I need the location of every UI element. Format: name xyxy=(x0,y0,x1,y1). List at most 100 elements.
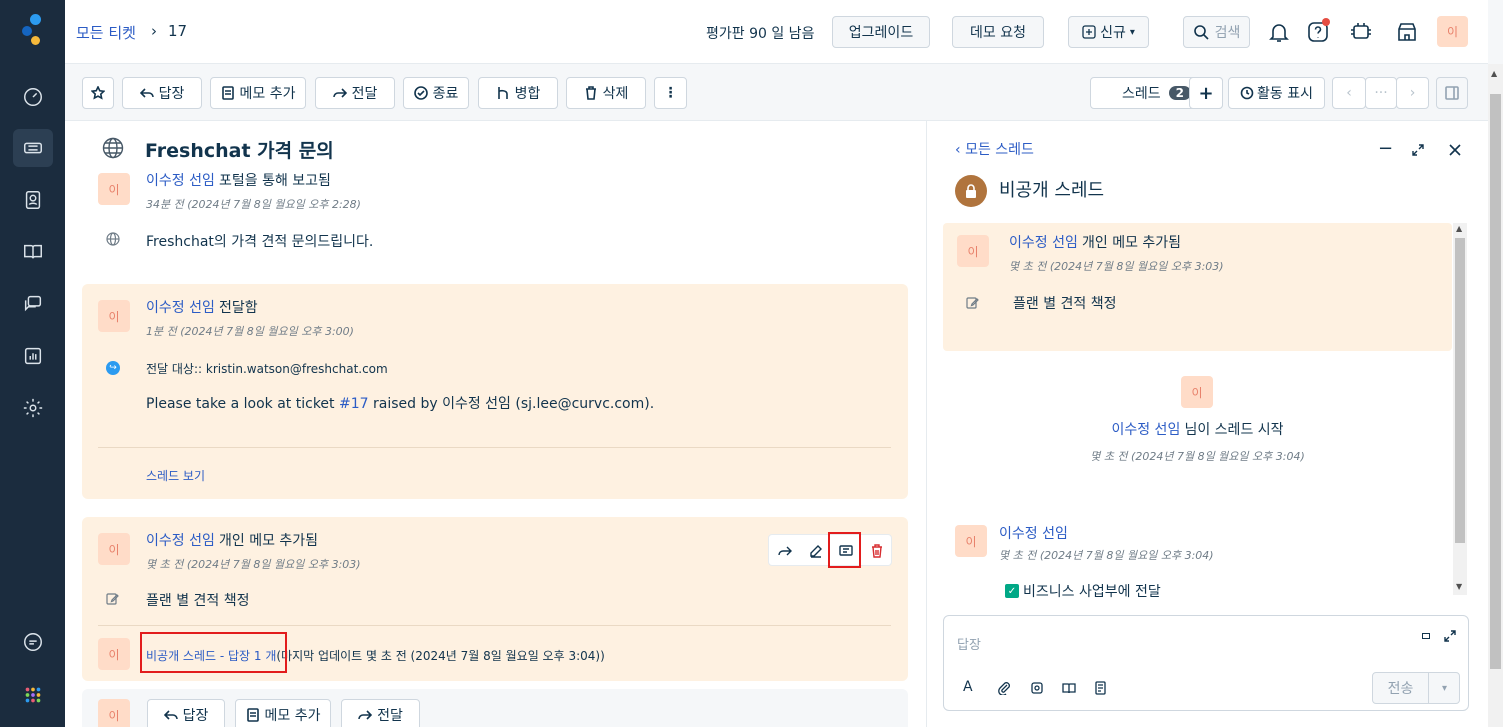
user-avatar[interactable]: 이 xyxy=(1437,16,1468,47)
upgrade-button[interactable]: 업그레이드 xyxy=(832,16,930,48)
thread-starter-name[interactable]: 이수정 선임 xyxy=(1111,422,1180,438)
note-added-text: 개인 메모 추가됨 xyxy=(219,533,319,549)
bottom-add-note-button[interactable]: 메모 추가 xyxy=(235,699,331,727)
thread-last-updated: (마지막 업데이트 몇 초 전 (2024년 7월 8일 월요일 오후 3:04… xyxy=(276,649,605,663)
ticket-list-button[interactable]: ··· xyxy=(1365,77,1397,109)
new-dropdown-button[interactable]: 신규 ▾ xyxy=(1068,16,1149,48)
toggle-sidebar-button[interactable] xyxy=(1436,77,1468,109)
delete-button[interactable]: 삭제 xyxy=(566,77,646,109)
page-scrollbar[interactable]: ▲ xyxy=(1488,64,1503,727)
merge-button[interactable]: 병합 xyxy=(478,77,558,109)
new-label: 신규 xyxy=(1100,25,1126,41)
note-author-name-link[interactable]: 이수정 선임 xyxy=(146,533,215,549)
text-format-icon[interactable]: A xyxy=(963,679,973,695)
knowledge-base-icon[interactable] xyxy=(13,233,53,271)
marketplace-store-icon[interactable] xyxy=(1391,16,1423,48)
expand-icon[interactable] xyxy=(1411,143,1425,157)
next-ticket-button[interactable]: › xyxy=(1396,77,1429,109)
more-actions-button[interactable]: ⋮ xyxy=(654,77,687,109)
thread-note-avatar: 이 xyxy=(957,235,989,267)
editor-minimize-icon[interactable] xyxy=(1422,633,1430,639)
trial-remaining-text: 평가판 90 일 남음 xyxy=(706,26,815,42)
search-label: 검색 xyxy=(1214,25,1241,41)
demo-request-button[interactable]: 데모 요청 xyxy=(952,16,1044,48)
ticket-title: Freshchat 가격 문의 xyxy=(145,140,334,162)
thread-reply-editor[interactable]: 답장 A 전송 ▾ xyxy=(943,615,1469,711)
view-thread-link[interactable]: 스레드 보기 xyxy=(146,467,205,484)
ticket-17-link[interactable]: #17 xyxy=(339,396,369,412)
forward-label: 전달 xyxy=(351,86,378,102)
show-activity-button[interactable]: 활동 표시 xyxy=(1228,77,1325,109)
send-button-group: 전송 ▾ xyxy=(1372,672,1460,704)
bottom-forward-button[interactable]: 전달 xyxy=(341,699,420,727)
search-button[interactable]: 검색 xyxy=(1183,16,1250,48)
forward-icon xyxy=(332,88,347,98)
globe-icon xyxy=(102,137,124,159)
thread-messages-list: 이 이수정 선임 개인 메모 추가됨 몇 초 전 (2024년 7월 8일 월요… xyxy=(927,221,1468,601)
editor-expand-icon[interactable] xyxy=(1443,629,1457,643)
star-button[interactable] xyxy=(82,77,114,109)
solution-article-icon[interactable] xyxy=(1062,681,1076,695)
forward-body: Please take a look at ticket #17 raised … xyxy=(146,396,655,412)
forwarder-name-link[interactable]: 이수정 선임 xyxy=(146,300,215,316)
star-icon xyxy=(91,86,105,100)
canned-response-icon[interactable] xyxy=(1030,681,1044,695)
attachment-icon[interactable] xyxy=(997,681,1011,695)
thread-scrollbar[interactable]: ▲ ▼ xyxy=(1453,223,1467,595)
add-thread-button[interactable]: + xyxy=(1189,77,1223,109)
thread-reply-author[interactable]: 이수정 선임 xyxy=(999,523,1068,543)
thread-note-message: 이 이수정 선임 개인 메모 추가됨 몇 초 전 (2024년 7월 8일 월요… xyxy=(943,223,1452,351)
contacts-icon[interactable] xyxy=(13,181,53,219)
dashboard-icon[interactable] xyxy=(13,78,53,116)
help-icon[interactable] xyxy=(1302,16,1334,48)
note-delete-trash-icon[interactable] xyxy=(870,544,884,558)
thread-started-time: 몇 초 전 (2024년 7월 8일 월요일 오후 3:04) xyxy=(1090,450,1305,463)
all-threads-back-link[interactable]: ‹ 모든 스레드 xyxy=(955,139,1034,159)
tickets-icon[interactable] xyxy=(13,129,53,167)
forums-icon[interactable] xyxy=(13,285,53,323)
add-note-button[interactable]: 메모 추가 xyxy=(210,77,306,109)
forwarder-avatar: 이 xyxy=(98,300,130,332)
add-note-label: 메모 추가 xyxy=(239,86,296,102)
reported-via-text: 포털을 통해 보고됨 xyxy=(219,173,331,189)
send-button[interactable]: 전송 xyxy=(1373,673,1429,703)
merge-icon xyxy=(497,87,508,99)
notifications-bell-icon[interactable] xyxy=(1263,16,1295,48)
chat-icon[interactable] xyxy=(13,623,53,661)
thread-started-text: 님이 스레드 시작 xyxy=(1184,422,1284,438)
reply-label: 답장 xyxy=(158,86,185,102)
activity-clock-icon xyxy=(1240,86,1254,100)
note-edit-pencil-icon[interactable] xyxy=(809,544,823,558)
note-timestamp: 몇 초 전 (2024년 7월 8일 월요일 오후 3:03) xyxy=(146,558,361,571)
integrations-icon[interactable] xyxy=(1345,16,1377,48)
forward-button[interactable]: 전달 xyxy=(315,77,395,109)
thread-panel-title: 비공개 스레드 xyxy=(999,180,1105,201)
thread-note-author[interactable]: 이수정 선임 xyxy=(1009,235,1078,251)
merge-label: 병합 xyxy=(514,86,541,102)
breadcrumb-all-tickets[interactable]: 모든 티켓 xyxy=(76,22,136,43)
close-ticket-button[interactable]: 종료 xyxy=(403,77,469,109)
reply-button[interactable]: 답장 xyxy=(122,77,202,109)
checkbox-checked-icon: ✓ xyxy=(1005,584,1019,598)
close-panel-icon[interactable] xyxy=(1448,143,1462,157)
reports-icon[interactable] xyxy=(13,337,53,375)
note-forward-icon[interactable] xyxy=(778,544,792,558)
apps-grid-icon[interactable] xyxy=(13,676,53,714)
reporter-name-link[interactable]: 이수정 선임 xyxy=(146,173,215,189)
forward-icon xyxy=(358,710,373,720)
close-ticket-label: 종료 xyxy=(432,86,459,102)
forward-arrow-icon: ↪ xyxy=(106,361,120,375)
thread-avatar: 이 xyxy=(98,638,130,670)
freshdesk-logo[interactable] xyxy=(20,14,46,50)
template-icon[interactable] xyxy=(1094,681,1108,695)
send-options-chevron-icon[interactable]: ▾ xyxy=(1430,673,1459,703)
settings-icon[interactable] xyxy=(13,389,53,427)
reporter-avatar: 이 xyxy=(98,173,130,205)
minimize-icon[interactable]: − xyxy=(1378,138,1393,159)
thread-note-body: 플랜 별 견적 책정 xyxy=(1013,296,1117,312)
forward-message-card: 이 이수정 선임 전달함 1분 전 (2024년 7월 8일 월요일 오후 3:… xyxy=(82,284,908,499)
thread-note-edit-icon xyxy=(966,297,979,309)
bottom-reply-button[interactable]: 답장 xyxy=(147,699,225,727)
prev-ticket-button[interactable]: ‹ xyxy=(1332,77,1366,109)
chevron-left-icon: ‹ xyxy=(955,142,966,158)
